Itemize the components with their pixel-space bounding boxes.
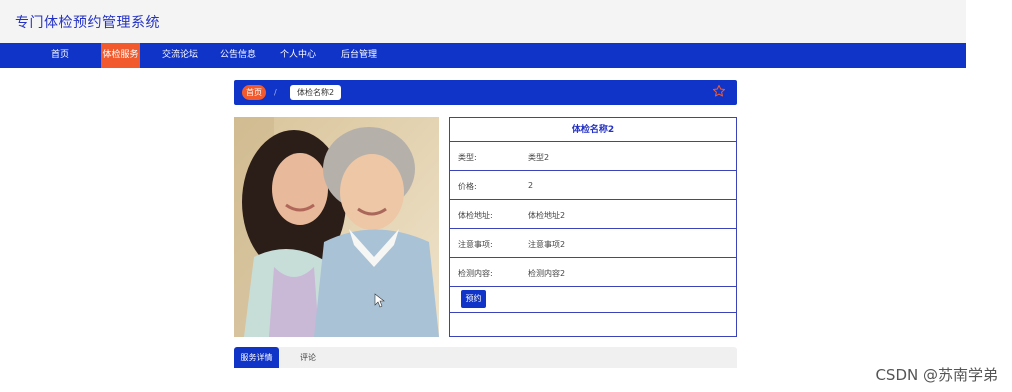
breadcrumb: 首页 / 体检名称2 <box>234 80 737 105</box>
field-value: 2 <box>528 181 534 190</box>
star-icon[interactable] <box>712 84 726 98</box>
detail-tabs: 服务详情 评论 <box>234 347 737 368</box>
main-nav: 首页 体检服务 交流论坛 公告信息 个人中心 后台管理 <box>0 43 966 68</box>
photo-illustration <box>234 117 439 337</box>
breadcrumb-separator: / <box>274 88 277 97</box>
field-row-type: 类型: 类型2 <box>450 142 736 171</box>
field-value: 类型2 <box>528 153 550 162</box>
field-row-content: 检测内容: 检测内容2 <box>450 258 736 287</box>
field-row-address: 体检地址: 体检地址2 <box>450 200 736 229</box>
book-button[interactable]: 预约 <box>461 290 486 308</box>
field-label: 类型: <box>458 153 477 162</box>
tab-comments[interactable]: 评论 <box>290 347 326 368</box>
top-header: 专门体检预约管理系统 <box>0 0 966 43</box>
nav-item-exam-service[interactable]: 体检服务 <box>101 43 140 68</box>
nav-item-admin[interactable]: 后台管理 <box>339 43 379 68</box>
service-detail-panel: 体检名称2 类型: 类型2 价格: 2 体检地址: 体检地址2 注意事项: 注意… <box>449 117 737 337</box>
breadcrumb-home[interactable]: 首页 <box>242 85 266 100</box>
field-label: 价格: <box>458 182 477 191</box>
nav-item-personal-center[interactable]: 个人中心 <box>278 43 318 68</box>
field-value: 体检地址2 <box>528 211 566 220</box>
action-row: 预约 <box>450 287 736 313</box>
field-row-notes: 注意事项: 注意事项2 <box>450 229 736 258</box>
field-label: 注意事项: <box>458 240 493 249</box>
field-label: 体检地址: <box>458 211 493 220</box>
app-title: 专门体检预约管理系统 <box>15 15 160 31</box>
nav-item-home[interactable]: 首页 <box>44 43 76 68</box>
watermark: CSDN @苏南学弟 <box>875 366 998 384</box>
nav-item-forum[interactable]: 交流论坛 <box>160 43 200 68</box>
field-row-price: 价格: 2 <box>450 171 736 200</box>
service-title: 体检名称2 <box>450 118 736 142</box>
field-value: 检测内容2 <box>528 269 566 278</box>
field-label: 检测内容: <box>458 269 493 278</box>
breadcrumb-current: 体检名称2 <box>290 85 341 100</box>
service-photo <box>234 117 439 337</box>
tab-service-details[interactable]: 服务详情 <box>234 347 279 368</box>
nav-item-announcements[interactable]: 公告信息 <box>218 43 258 68</box>
field-value: 注意事项2 <box>528 240 566 249</box>
